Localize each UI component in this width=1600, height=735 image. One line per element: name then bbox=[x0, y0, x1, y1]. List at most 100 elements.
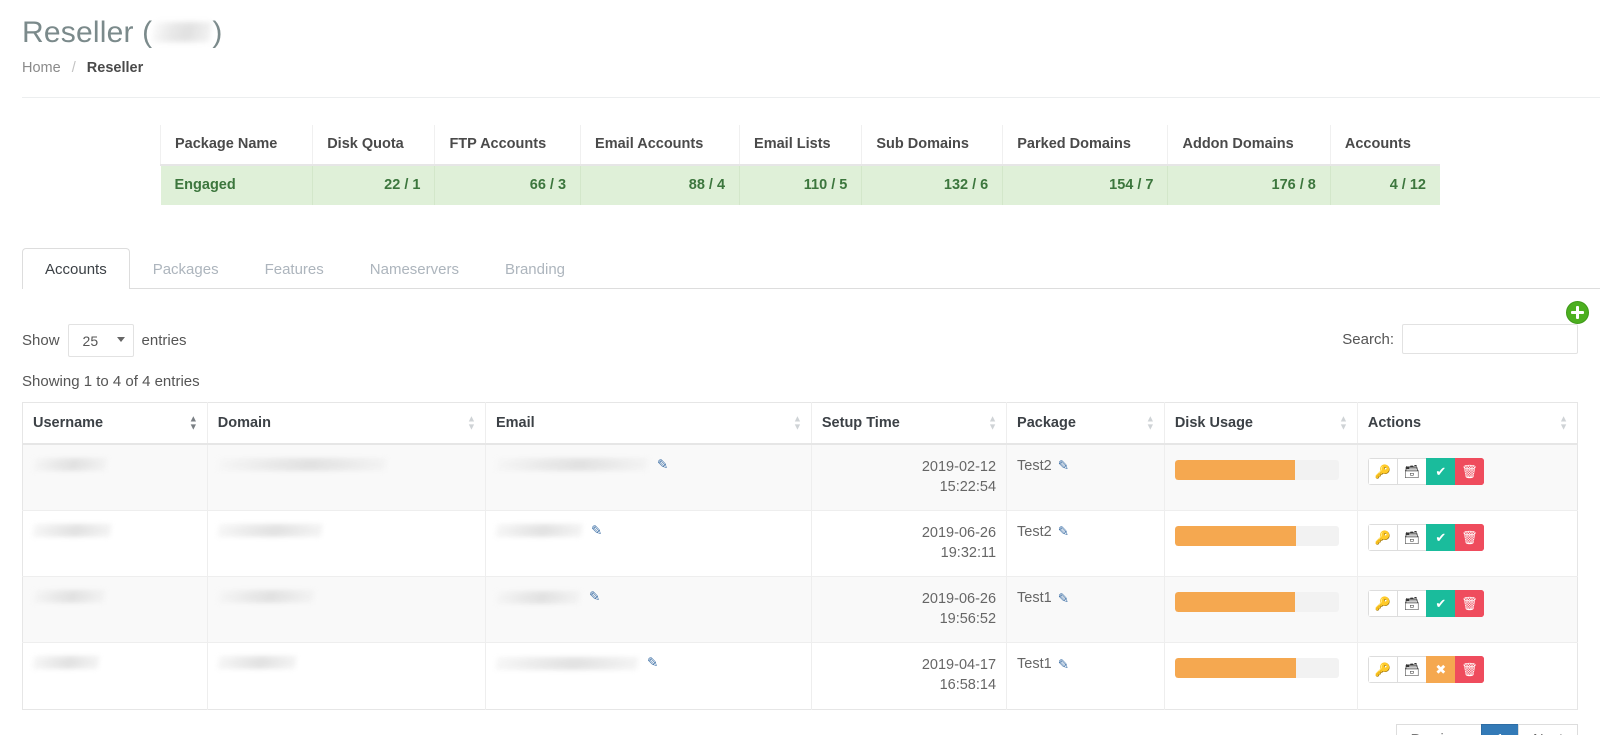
breadcrumb: Home / Reseller bbox=[22, 60, 1600, 76]
cell-actions: 🔑 🗃 ✔ 🗑 bbox=[1357, 576, 1578, 643]
disk-usage-bar bbox=[1174, 460, 1295, 480]
key-icon[interactable]: 🔑 bbox=[1367, 590, 1397, 618]
accounts-table: Username ▲ ▼ Domain ▲ ▼ Email ▲ ▼ Setup Tim… bbox=[22, 402, 1578, 710]
setup-time: 16:58:14 bbox=[939, 676, 997, 693]
key-icon[interactable]: 🔑 bbox=[1367, 524, 1397, 552]
tab-accounts[interactable]: Accounts bbox=[22, 248, 130, 289]
redacted-email bbox=[495, 458, 649, 472]
check-icon[interactable]: ✔ bbox=[1425, 458, 1455, 485]
check-icon[interactable]: ✔ bbox=[1425, 590, 1455, 618]
summary-row: Engaged 22 / 1 66 / 3 88 / 4 110 / 5 132… bbox=[160, 165, 1440, 205]
pagination-page-1[interactable]: 1 bbox=[1481, 723, 1519, 735]
package-summary-table: Package Name Disk Quota FTP Accounts Ema… bbox=[159, 125, 1440, 205]
tab-features[interactable]: Features bbox=[242, 248, 347, 289]
edit-email-icon[interactable]: ✎ bbox=[647, 656, 658, 670]
redacted-email bbox=[495, 524, 583, 538]
cell-disk-usage bbox=[1164, 642, 1358, 709]
column-header-email[interactable]: Email ▲ ▼ bbox=[485, 402, 812, 445]
header-divider bbox=[22, 97, 1600, 98]
package-name: Test1 bbox=[1017, 590, 1052, 607]
cell-actions: 🔑 🗃 ✔ 🗑 bbox=[1357, 510, 1578, 577]
search-control: Search: bbox=[1342, 324, 1578, 354]
add-account-button[interactable] bbox=[1566, 301, 1589, 324]
page-title-suffix: ) bbox=[212, 16, 223, 49]
sort-icon-package: ▲ ▼ bbox=[1145, 413, 1155, 432]
summary-value-email-accounts: 88 / 4 bbox=[580, 165, 741, 205]
page-length-select[interactable]: 10 25 50 100 bbox=[67, 324, 134, 357]
sort-icon-setup-time: ▲ ▼ bbox=[988, 413, 998, 432]
trash-icon[interactable]: 🗑 bbox=[1454, 590, 1484, 618]
column-header-package[interactable]: Package ▲ ▼ bbox=[1006, 402, 1165, 445]
trash-icon[interactable]: 🗑 bbox=[1454, 524, 1484, 552]
edit-email-icon[interactable]: ✎ bbox=[591, 524, 602, 538]
cell-setup-time: 2019-04-17 16:58:14 bbox=[811, 642, 1008, 709]
accounts-panel: Show 10 25 50 100 entries Search: Showin… bbox=[0, 289, 1600, 735]
trash-icon[interactable]: 🗑 bbox=[1454, 458, 1484, 485]
database-icon[interactable]: 🗃 bbox=[1396, 590, 1426, 618]
disk-usage-bar bbox=[1174, 592, 1295, 613]
key-icon[interactable]: 🔑 bbox=[1367, 458, 1397, 485]
cell-username bbox=[22, 443, 208, 511]
redacted-username bbox=[32, 656, 100, 670]
email-wrapper: ✎ bbox=[495, 590, 801, 604]
sort-icon-disk-usage: ▲ ▼ bbox=[1338, 413, 1348, 432]
entries-label: entries bbox=[141, 332, 187, 349]
setup-time: 19:56:52 bbox=[939, 610, 997, 627]
column-header-actions[interactable]: Actions ▲ ▼ bbox=[1357, 402, 1578, 445]
sort-icon-email: ▲ ▼ bbox=[792, 413, 802, 432]
tab-nameservers[interactable]: Nameservers bbox=[347, 248, 482, 289]
pagination-next[interactable]: Next bbox=[1518, 723, 1578, 735]
column-header-username[interactable]: Username ▲ ▼ bbox=[22, 402, 208, 445]
trash-icon[interactable]: 🗑 bbox=[1454, 656, 1484, 684]
check-icon[interactable]: ✔ bbox=[1425, 524, 1455, 552]
package-wrapper: Test1 ✎ bbox=[1017, 656, 1154, 672]
cell-domain bbox=[207, 510, 486, 577]
cell-email: ✎ bbox=[485, 576, 812, 643]
page-header: Reseller ( ) Home / Reseller bbox=[0, 0, 1600, 98]
tab-packages[interactable]: Packages bbox=[130, 248, 242, 289]
breadcrumb-home[interactable]: Home bbox=[22, 60, 61, 76]
edit-email-icon[interactable]: ✎ bbox=[657, 458, 668, 472]
database-icon[interactable]: 🗃 bbox=[1396, 524, 1426, 552]
cell-email: ✎ bbox=[485, 510, 812, 577]
pagination-previous[interactable]: Previous bbox=[1395, 723, 1482, 735]
column-header-domain[interactable]: Domain ▲ ▼ bbox=[207, 402, 486, 445]
database-icon[interactable]: 🗃 bbox=[1396, 458, 1426, 485]
column-header-disk-usage[interactable]: Disk Usage ▲ ▼ bbox=[1164, 402, 1358, 445]
cell-actions: 🔑 🗃 ✖ 🗑 bbox=[1357, 642, 1578, 709]
setup-date: 2019-02-12 bbox=[921, 459, 997, 475]
key-icon[interactable]: 🔑 bbox=[1367, 656, 1397, 684]
summary-col-email-lists: Email Lists bbox=[739, 125, 863, 166]
edit-package-icon[interactable]: ✎ bbox=[1058, 591, 1069, 606]
setup-date: 2019-04-17 bbox=[921, 657, 997, 674]
summary-value-ftp-accounts: 66 / 3 bbox=[434, 165, 582, 205]
cell-disk-usage bbox=[1164, 443, 1358, 511]
package-name: Test2 bbox=[1017, 524, 1052, 541]
edit-email-icon[interactable]: ✎ bbox=[589, 590, 600, 604]
cell-package: Test2 ✎ bbox=[1006, 443, 1165, 511]
column-label-disk-usage: Disk Usage bbox=[1174, 415, 1253, 431]
email-wrapper: ✎ bbox=[495, 458, 801, 472]
disk-usage-bar bbox=[1174, 526, 1297, 547]
setup-date: 2019-06-26 bbox=[921, 525, 997, 542]
times-icon[interactable]: ✖ bbox=[1425, 656, 1455, 684]
database-icon[interactable]: 🗃 bbox=[1396, 656, 1426, 684]
pagination-row: Previous 1 Next bbox=[22, 710, 1578, 735]
table-row: ✎ 2019-06-26 19:56:52 Test1 ✎ 🔑 🗃 ✔ 🗑 bbox=[22, 576, 1578, 643]
disk-usage-progress bbox=[1174, 526, 1339, 547]
redacted-reseller-name bbox=[152, 22, 213, 42]
show-label: Show bbox=[22, 332, 60, 349]
edit-package-icon[interactable]: ✎ bbox=[1058, 658, 1069, 672]
package-name: Test1 bbox=[1017, 656, 1052, 673]
redacted-domain bbox=[216, 524, 323, 538]
search-input[interactable] bbox=[1402, 324, 1578, 354]
summary-value-parked-domains: 154 / 7 bbox=[1002, 165, 1169, 205]
summary-value-sub-domains: 132 / 6 bbox=[861, 165, 1004, 205]
table-row: ✎ 2019-04-17 16:58:14 Test1 ✎ 🔑 🗃 ✖ 🗑 bbox=[22, 642, 1578, 709]
page-length-control: Show 10 25 50 100 entries bbox=[22, 324, 187, 357]
page-title: Reseller ( ) bbox=[22, 16, 1600, 49]
column-header-setup-time[interactable]: Setup Time ▲ ▼ bbox=[811, 402, 1008, 445]
edit-package-icon[interactable]: ✎ bbox=[1058, 525, 1069, 539]
tab-branding[interactable]: Branding bbox=[482, 248, 588, 289]
edit-package-icon[interactable]: ✎ bbox=[1058, 459, 1069, 473]
